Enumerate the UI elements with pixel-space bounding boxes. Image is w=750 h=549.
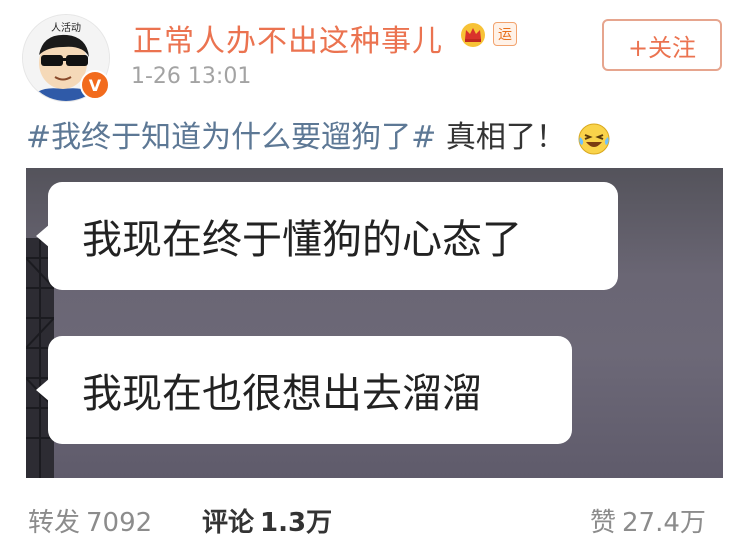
repost-button[interactable]: 转发 7092 <box>28 502 152 539</box>
username[interactable]: 正常人办不出这种事儿 <box>133 16 443 60</box>
follow-button[interactable]: +关注 <box>602 19 722 71</box>
laughing-tears-emoji-icon <box>578 123 610 154</box>
crown-icon[interactable] <box>459 20 487 48</box>
post-body-text: 真相了！ <box>436 120 566 155</box>
chat-bubble-1: 我现在终于懂狗的心态了 <box>36 182 618 290</box>
yun-badge-icon[interactable]: 运 <box>493 22 517 46</box>
chat-bubble-2: 我现在也很想出去溜溜 <box>36 336 572 444</box>
repost-count: 7092 <box>86 508 153 538</box>
comment-count: 1.3万 <box>260 508 333 538</box>
verified-badge: V <box>80 70 110 100</box>
like-label: 赞 <box>590 508 617 538</box>
post-time: 1-26 13:01 <box>131 64 252 89</box>
comment-label: 评论 <box>202 508 255 538</box>
comment-button[interactable]: 评论 1.3万 <box>202 502 332 539</box>
hashtag-link[interactable]: #我终于知道为什么要遛狗了# <box>26 120 436 155</box>
avatar-text: 人活动 <box>51 22 81 34</box>
post-text: #我终于知道为什么要遛狗了# 真相了！ <box>26 112 612 157</box>
post-image[interactable]: 我现在终于懂狗的心态了 我现在也很想出去溜溜 <box>26 168 723 478</box>
like-count: 27.4万 <box>622 508 706 538</box>
like-button[interactable]: 赞 27.4万 <box>590 502 706 539</box>
repost-label: 转发 <box>28 508 81 538</box>
